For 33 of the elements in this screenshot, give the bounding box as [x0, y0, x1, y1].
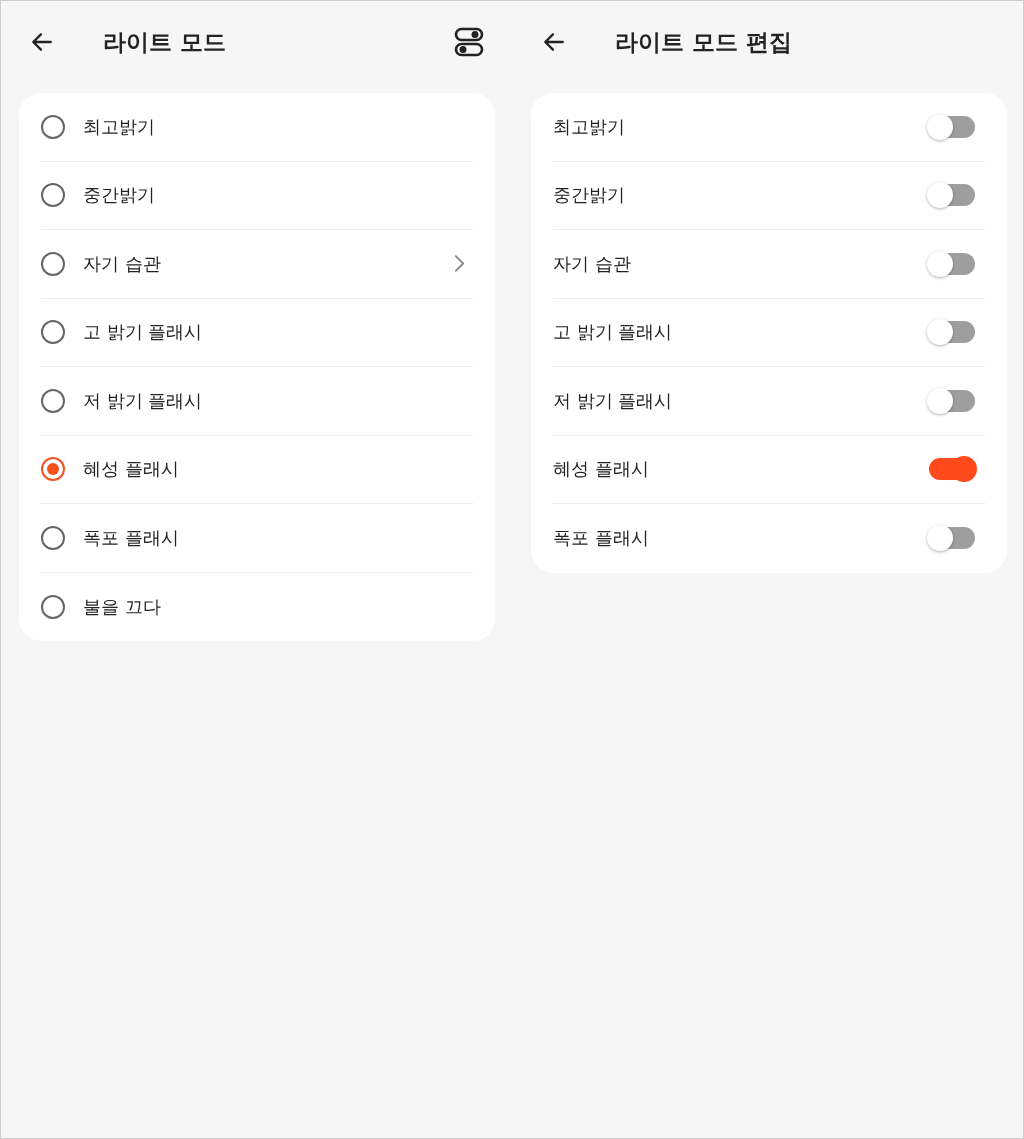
- radio-button[interactable]: [41, 388, 65, 413]
- page-title: 라이트 모드: [103, 27, 227, 57]
- page-title: 라이트 모드 편집: [615, 27, 793, 57]
- mode-label: 고 밝기 플래시: [553, 320, 673, 345]
- mode-option[interactable]: 최고밝기: [41, 93, 473, 162]
- radio-button[interactable]: [41, 525, 65, 550]
- toggle-switch[interactable]: [929, 527, 975, 550]
- radio-button[interactable]: [41, 114, 65, 139]
- toggle-switch[interactable]: [929, 321, 975, 344]
- toggle-switch[interactable]: [929, 389, 975, 412]
- mode-option[interactable]: 폭포 플래시: [41, 504, 473, 573]
- mode-option[interactable]: 혜성 플래시: [41, 435, 473, 504]
- mode-label: 폭포 플래시: [553, 526, 649, 551]
- mode-label: 자기 습관: [553, 251, 631, 276]
- toggle-switch[interactable]: [929, 184, 975, 207]
- mode-option[interactable]: 중간밝기: [41, 161, 473, 230]
- radio-button[interactable]: [41, 183, 65, 208]
- mode-option[interactable]: 저 밝기 플래시: [41, 367, 473, 436]
- mode-option[interactable]: 불을 끄다: [41, 572, 473, 641]
- toggle-switch[interactable]: [929, 252, 975, 275]
- mode-label: 중간밝기: [553, 183, 625, 208]
- radio-button[interactable]: [41, 457, 65, 482]
- radio-button[interactable]: [41, 320, 65, 345]
- toggle-switch[interactable]: [929, 115, 975, 138]
- toggle-switch[interactable]: [929, 458, 975, 481]
- radio-button[interactable]: [41, 594, 65, 619]
- mode-label: 혜성 플래시: [553, 457, 649, 482]
- radio-button[interactable]: [41, 251, 65, 276]
- toggles-icon[interactable]: [453, 26, 485, 58]
- mode-label: 저 밝기 플래시: [553, 388, 673, 413]
- mode-label: 최고밝기: [553, 114, 625, 139]
- mode-option[interactable]: 자기 습관: [41, 230, 473, 299]
- mode-option[interactable]: 고 밝기 플래시: [41, 298, 473, 367]
